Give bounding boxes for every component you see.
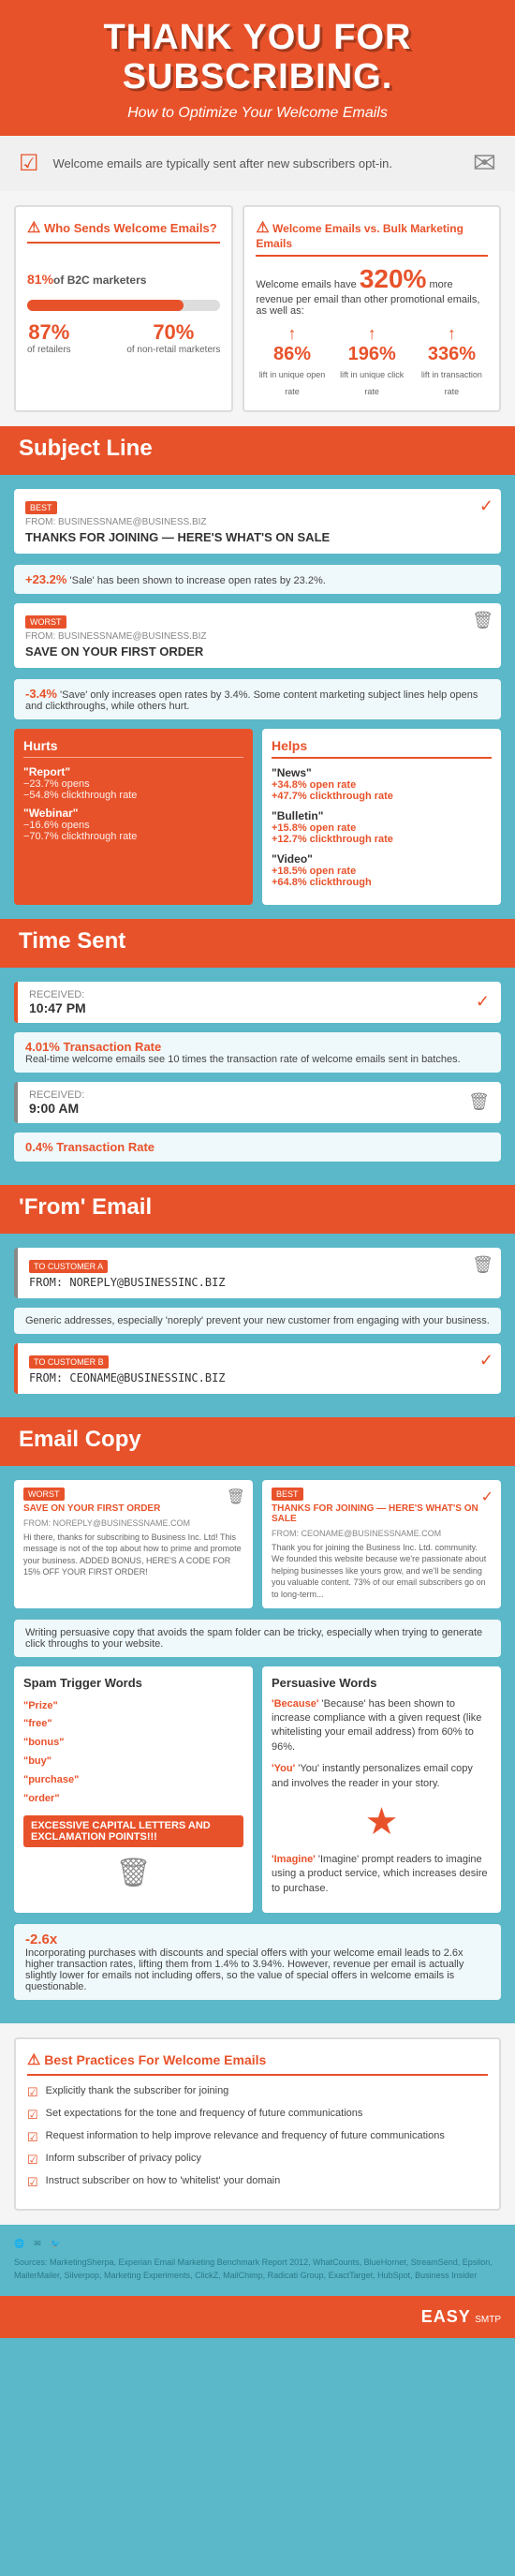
practice-check-1: ☑ xyxy=(27,2085,38,2100)
bad-time-mock: RECEIVED: 9:00 AM 🗑 xyxy=(14,1082,501,1123)
welcome-bar: ☑ Welcome emails are typically sent afte… xyxy=(0,136,515,191)
hurts-title: Hurts xyxy=(23,738,243,758)
best-tag: BEST xyxy=(25,501,57,514)
subject-line-section: BEST FROM: BUSINESSNAME@BUSINESS.BIZ THA… xyxy=(0,475,515,919)
helps-video: "Video" +18.5% open rate +64.8% clickthr… xyxy=(272,852,492,888)
persuasive-box: Persuasive Words 'Because' 'Because' has… xyxy=(262,1666,501,1914)
transaction-arrow: ↑ xyxy=(448,324,456,343)
header: THANK YOU FOR SUBSCRIBING. How to Optimi… xyxy=(0,0,515,136)
brand-name: EASY xyxy=(421,2307,471,2326)
hurts-report: "Report" −23.7% opens −54.8% clickthroug… xyxy=(23,765,243,801)
email-copy-section: WORST SAVE ON YOUR FIRST ORDER FROM: NOR… xyxy=(0,1466,515,2023)
alert-icon2: ⚠ xyxy=(256,220,269,236)
brand-sub: SMTP xyxy=(475,2315,501,2325)
open-rate-arrow: ↑ xyxy=(287,324,296,343)
helps-title: Helps xyxy=(272,738,492,759)
best-practices-section: ⚠ Best Practices For Welcome Emails ☑ Ex… xyxy=(0,2023,515,2225)
hurts-box: Hurts "Report" −23.7% opens −54.8% click… xyxy=(14,729,253,905)
email-icon: ✉ xyxy=(34,2239,41,2249)
b2c-stat: 81%of B2C marketers xyxy=(27,253,220,292)
bad-from-trash: 🗑 xyxy=(472,1255,493,1275)
bad-copy-trash: 🗑 xyxy=(227,1488,245,1506)
bad-copy-mock: WORST SAVE ON YOUR FIRST ORDER FROM: NOR… xyxy=(14,1480,253,1608)
practice-check-4: ☑ xyxy=(27,2153,38,2168)
vs-bulk-box: ⚠ Welcome Emails vs. Bulk Marketing Emai… xyxy=(243,205,501,412)
persuasive-title: Persuasive Words xyxy=(272,1676,492,1690)
time-sent-section: RECEIVED: 10:47 PM ✓ 4.01% Transaction R… xyxy=(0,968,515,1185)
header-subtitle: How to Optimize Your Welcome Emails xyxy=(14,105,501,122)
star-icon: ★ xyxy=(272,1800,492,1843)
best-practices-title: ⚠ Best Practices For Welcome Emails xyxy=(27,2050,488,2076)
spam-persuasive-container: Spam Trigger Words "Prize" "free" "bonus… xyxy=(14,1666,501,1914)
good-check-icon: ✓ xyxy=(479,496,493,516)
practice-5: ☑ Instruct subscriber on how to 'whiteli… xyxy=(27,2175,488,2190)
hurts-helps-container: Hurts "Report" −23.7% opens −54.8% click… xyxy=(14,729,501,905)
spam-title: Spam Trigger Words xyxy=(23,1676,243,1690)
good-from-mock: TO CUSTOMER B FROM: CEONAME@BUSINESSINC.… xyxy=(14,1343,501,1394)
bird-icon: 🐦 xyxy=(51,2239,61,2249)
subject-line-header: Subject Line xyxy=(0,426,515,471)
good-copy-check: ✓ xyxy=(481,1488,493,1506)
alert-icon: ⚠ xyxy=(27,220,40,236)
bad-time-trash: 🗑 xyxy=(468,1092,490,1112)
stats-section: ⚠ Who Sends Welcome Emails? 81%of B2C ma… xyxy=(0,191,515,426)
purchases-tip: -2.6x Incorporating purchases with disco… xyxy=(14,1924,501,2000)
caps-warning: EXCESSIVE CAPITAL LETTERS AND EXCLAMATIO… xyxy=(23,1815,243,1847)
helps-news: "News" +34.8% open rate +47.7% clickthro… xyxy=(272,766,492,802)
persuasive-because: 'Because' 'Because' has been shown to in… xyxy=(272,1697,492,1755)
click-rate-arrow: ↑ xyxy=(368,324,376,343)
mail-icon: ✉ xyxy=(473,147,496,180)
who-sends-box: ⚠ Who Sends Welcome Emails? 81%of B2C ma… xyxy=(14,205,233,412)
best-practices-box: ⚠ Best Practices For Welcome Emails ☑ Ex… xyxy=(14,2037,501,2211)
worst-tag: WORST xyxy=(25,615,66,629)
check-icon: ☑ xyxy=(19,150,39,177)
helps-box: Helps "News" +34.8% open rate +47.7% cli… xyxy=(262,729,501,905)
bad-from-tip: Generic addresses, especially 'noreply' … xyxy=(14,1308,501,1334)
bad-from-mock: TO CUSTOMER A FROM: NOREPLY@BUSINESSINC.… xyxy=(14,1248,501,1298)
who-sends-title: ⚠ Who Sends Welcome Emails? xyxy=(27,218,220,244)
trash-icon: 🗑 xyxy=(472,611,493,630)
good-copy-mock: BEST THANKS FOR JOINING — HERE'S WHAT'S … xyxy=(262,1480,501,1608)
practice-1: ☑ Explicitly thank the subscriber for jo… xyxy=(27,2085,488,2100)
spam-words-list: "Prize" "free" "bonus" "buy" "purchase" … xyxy=(23,1697,243,1809)
spam-box: Spam Trigger Words "Prize" "free" "bonus… xyxy=(14,1666,253,1914)
email-copy-header: Email Copy xyxy=(0,1417,515,1462)
bad-subject-mock: WORST FROM: BUSINESSNAME@BUSINESS.BIZ SA… xyxy=(14,603,501,668)
brand-footer: EASY SMTP xyxy=(0,2296,515,2338)
time-sent-header: Time Sent xyxy=(0,919,515,964)
good-from-check: ✓ xyxy=(479,1351,493,1370)
practice-check-2: ☑ xyxy=(27,2108,38,2123)
good-subject-mock: BEST FROM: BUSINESSNAME@BUSINESS.BIZ THA… xyxy=(14,489,501,554)
vs-bulk-title: ⚠ Welcome Emails vs. Bulk Marketing Emai… xyxy=(256,218,488,257)
hurts-webinar: "Webinar" −16.6% opens −70.7% clickthrou… xyxy=(23,807,243,842)
bad-subject-tip: -3.4% 'Save' only increases open rates b… xyxy=(14,679,501,719)
copy-tip: Writing persuasive copy that avoids the … xyxy=(14,1620,501,1657)
good-time-mock: RECEIVED: 10:47 PM ✓ xyxy=(14,982,501,1023)
persuasive-imagine: 'Imagine' 'Imagine' prompt readers to im… xyxy=(272,1853,492,1896)
persuasive-you: 'You' 'You' instantly personalizes email… xyxy=(272,1762,492,1791)
footer-icons: 🌐 ✉ 🐦 xyxy=(14,2239,501,2249)
vs-bulk-metrics: ↑ 86% lift in unique open rate ↑ 196% li… xyxy=(256,324,488,399)
practice-check-5: ☑ xyxy=(27,2175,38,2190)
bad-time-tip: 0.4% Transaction Rate xyxy=(14,1133,501,1162)
practice-check-3: ☑ xyxy=(27,2130,38,2145)
practice-4: ☑ Inform subscriber of privacy policy xyxy=(27,2153,488,2168)
spam-trash-icon: 🗑 xyxy=(23,1857,243,1889)
good-time-check: ✓ xyxy=(476,992,490,1012)
email-copy-mocks: WORST SAVE ON YOUR FIRST ORDER FROM: NOR… xyxy=(14,1480,501,1608)
welcome-bar-text: Welcome emails are typically sent after … xyxy=(53,156,392,170)
good-time-tip: 4.01% Transaction Rate Real-time welcome… xyxy=(14,1032,501,1073)
alert-icon3: ⚠ xyxy=(27,2052,40,2068)
good-subject-tip: +23.2% 'Sale' has been shown to increase… xyxy=(14,565,501,594)
practice-2: ☑ Set expectations for the tone and freq… xyxy=(27,2108,488,2123)
header-title: THANK YOU FOR SUBSCRIBING. xyxy=(14,19,501,97)
retailer-stats: 87% of retailers 70% of non-retail marke… xyxy=(27,320,220,355)
practice-3: ☑ Request information to help improve re… xyxy=(27,2130,488,2145)
from-email-section: TO CUSTOMER A FROM: NOREPLY@BUSINESSINC.… xyxy=(0,1234,515,1417)
footer-text: Sources: MarketingSherpa, Experian Email… xyxy=(14,2257,501,2282)
footer-section: 🌐 ✉ 🐦 Sources: MarketingSherpa, Experian… xyxy=(0,2225,515,2296)
from-email-header: 'From' Email xyxy=(0,1185,515,1230)
globe-icon: 🌐 xyxy=(14,2239,24,2249)
helps-bulletin: "Bulletin" +15.8% open rate +12.7% click… xyxy=(272,809,492,845)
